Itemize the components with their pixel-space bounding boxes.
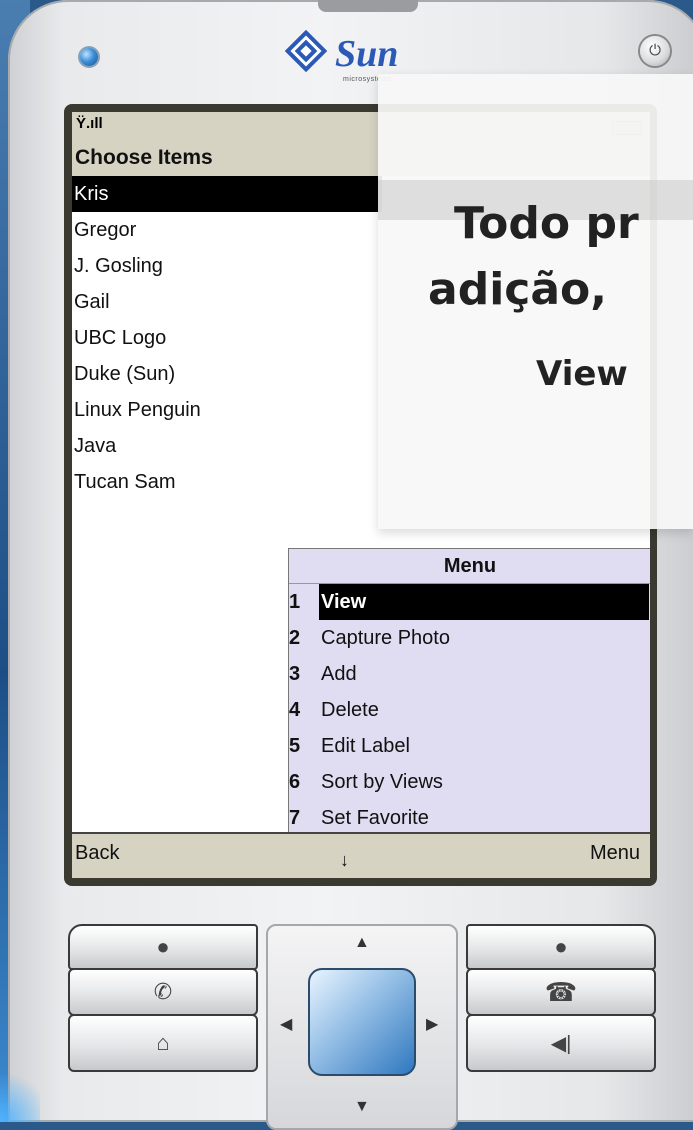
down-arrow-icon[interactable]: ▼ [354, 1098, 370, 1116]
phone-top-notch [318, 0, 418, 12]
menu-item-capture-photo[interactable]: 2 Capture Photo [289, 620, 650, 656]
menu-item-add[interactable]: 3 Add [289, 656, 650, 692]
menu-item-number: 4 [289, 699, 301, 721]
end-call-button[interactable]: ☎ [466, 968, 656, 1016]
right-softkey-button[interactable]: ● [466, 924, 656, 970]
navigation-dpad[interactable]: ▲ ◀ ▶ ▼ [266, 924, 458, 1130]
menu-item-label: Add [321, 663, 357, 685]
menu-item-number: 3 [289, 663, 301, 685]
overlay-text-line-3: View [536, 354, 628, 394]
screen-title: Choose Items [75, 146, 213, 169]
back-softkey[interactable]: Back [75, 842, 119, 865]
overlay-text-line-2: adição, [428, 264, 607, 315]
menu-title: Menu [289, 549, 650, 584]
menu-item-delete[interactable]: 4 Delete [289, 692, 650, 728]
menu-item-number: 6 [289, 771, 301, 793]
sun-logo-icon [285, 30, 327, 72]
power-icon[interactable]: ⏻ [640, 36, 670, 66]
list-item[interactable]: Kris [72, 176, 382, 212]
overlay-text-line-1: Todo pr [454, 198, 639, 249]
phone-keypad: ● ✆ ⌂ ▲ ◀ ▶ ▼ ● ☎ ◀| [0, 910, 693, 1130]
up-arrow-icon[interactable]: ▲ [354, 934, 370, 952]
menu-item-view[interactable]: 1 View [289, 584, 650, 620]
clear-button[interactable]: ◀| [466, 1014, 656, 1072]
right-arrow-icon[interactable]: ▶ [426, 1014, 438, 1034]
menu-item-label: View [319, 584, 649, 620]
menu-item-edit-label[interactable]: 5 Edit Label [289, 728, 650, 764]
signal-strength-icon: Ÿ.ıll [76, 115, 103, 132]
home-button[interactable]: ⌂ [68, 1014, 258, 1072]
call-button[interactable]: ✆ [68, 968, 258, 1016]
menu-item-label: Delete [321, 699, 379, 721]
menu-item-label: Set Favorite [321, 807, 429, 826]
led-indicator [80, 48, 98, 66]
menu-item-number: 7 [289, 807, 301, 826]
background-glow [0, 1062, 40, 1122]
menu-item-sort-by-views[interactable]: 6 Sort by Views [289, 764, 650, 800]
phone-call-icon: ✆ [153, 979, 173, 1004]
dot-icon: ● [554, 934, 568, 959]
softkey-bar: Back ↓ Menu [72, 832, 650, 878]
left-softkey-button[interactable]: ● [68, 924, 258, 970]
backspace-icon: ◀| [550, 1032, 572, 1055]
hang-up-icon: ☎ [544, 976, 578, 1007]
scroll-down-indicator-icon: ↓ [340, 850, 349, 870]
menu-item-label: Sort by Views [321, 771, 443, 793]
brand-name: Sun [335, 33, 399, 75]
menu-softkey[interactable]: Menu [590, 842, 640, 865]
menu-item-set-favorite[interactable]: 7 Set Favorite [289, 800, 650, 826]
menu-item-number: 1 [289, 591, 301, 613]
options-menu: Menu 1 View 2 Capture Photo 3 Add 4 Dele… [288, 548, 650, 834]
menu-item-label: Capture Photo [321, 627, 450, 649]
select-button[interactable] [308, 968, 416, 1076]
home-icon: ⌂ [156, 1030, 170, 1055]
menu-item-number: 2 [289, 627, 301, 649]
menu-item-number: 5 [289, 735, 301, 757]
menu-item-label: Edit Label [321, 735, 410, 757]
left-arrow-icon[interactable]: ◀ [280, 1014, 292, 1034]
dot-icon: ● [156, 934, 170, 959]
